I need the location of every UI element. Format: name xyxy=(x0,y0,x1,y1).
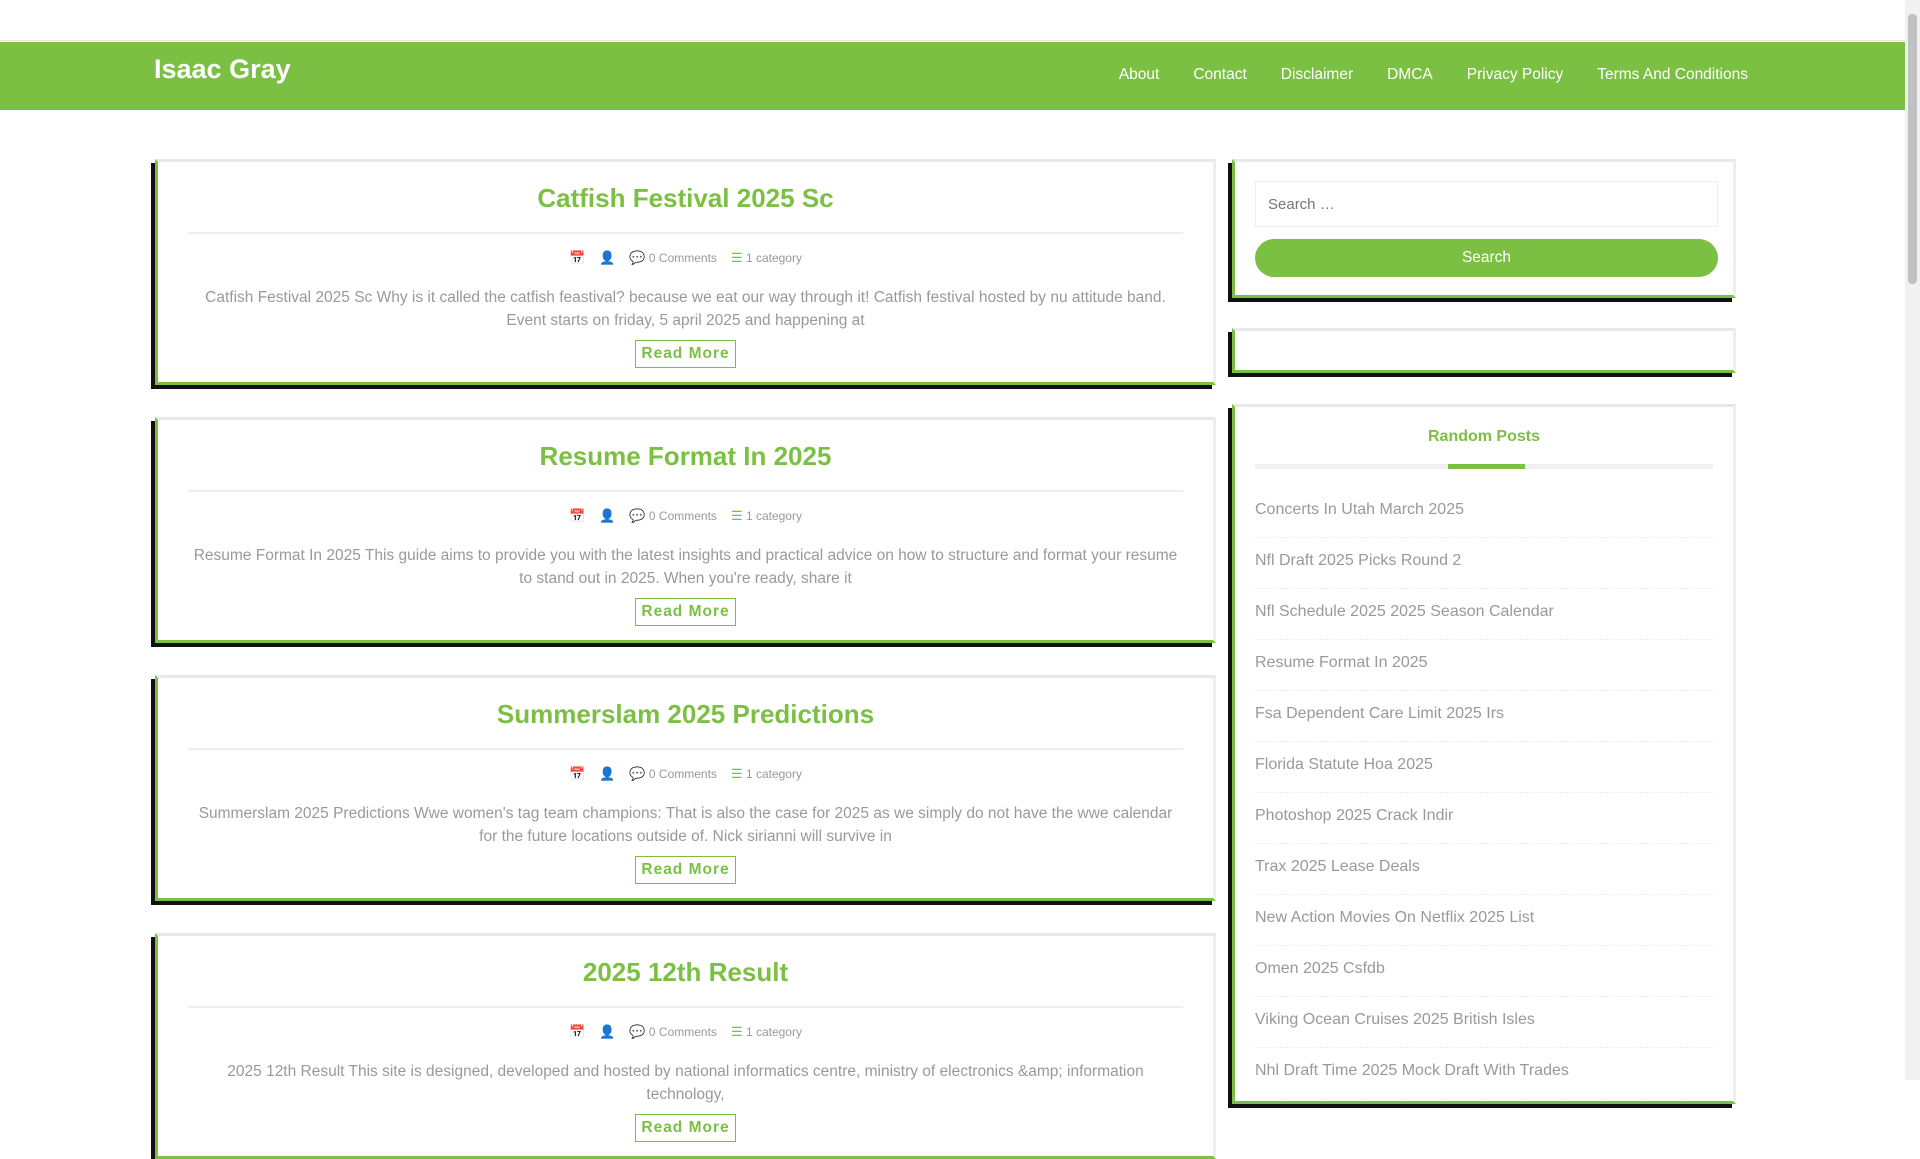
calendar-icon[interactable]: 📅 xyxy=(569,766,585,782)
random-post-link[interactable]: Florida Statute Hoa 2025 xyxy=(1255,742,1713,793)
post-excerpt: Resume Format In 2025 This guide aims to… xyxy=(193,547,1178,587)
search-input[interactable] xyxy=(1255,181,1718,227)
title-underline xyxy=(1255,464,1713,469)
post-excerpt: 2025 12th Result This site is designed, … xyxy=(227,1063,1144,1103)
main-nav: About Contact Disclaimer DMCA Privacy Po… xyxy=(1119,66,1748,84)
calendar-icon[interactable]: 📅 xyxy=(569,508,585,524)
scrollbar-thumb[interactable] xyxy=(1908,14,1917,284)
nav-about[interactable]: About xyxy=(1119,66,1160,84)
list-icon: ☰ xyxy=(730,1024,743,1039)
empty-widget xyxy=(1232,328,1736,373)
comments-count[interactable]: 0 Comments xyxy=(649,509,717,523)
random-posts-widget: Random Posts Concerts In Utah March 2025… xyxy=(1232,404,1736,1104)
divider xyxy=(188,490,1183,492)
read-more-button[interactable]: Read More xyxy=(635,598,736,626)
comments-count[interactable]: 0 Comments xyxy=(649,767,717,781)
post-title[interactable]: Resume Format In 2025 xyxy=(158,441,1213,472)
nav-terms[interactable]: Terms And Conditions xyxy=(1597,66,1748,84)
random-post-link[interactable]: Fsa Dependent Care Limit 2025 Irs xyxy=(1255,691,1713,742)
divider xyxy=(188,1006,1183,1008)
nav-privacy-policy[interactable]: Privacy Policy xyxy=(1467,66,1563,84)
category-link[interactable]: 1 category xyxy=(746,509,802,523)
user-icon[interactable]: 👤 xyxy=(599,766,615,782)
comments-icon: 💬 xyxy=(629,766,646,781)
post-meta: 📅 👤 💬 0 Comments ☰ 1 category xyxy=(158,508,1213,524)
random-post-link[interactable]: Trax 2025 Lease Deals xyxy=(1255,844,1713,895)
category-link[interactable]: 1 category xyxy=(746,767,802,781)
nav-dmca[interactable]: DMCA xyxy=(1387,66,1433,84)
user-icon[interactable]: 👤 xyxy=(599,1024,615,1040)
user-icon[interactable]: 👤 xyxy=(599,508,615,524)
site-title[interactable]: Isaac Gray xyxy=(154,54,291,85)
site-header: Isaac Gray About Contact Disclaimer DMCA… xyxy=(0,42,1905,110)
category-link[interactable]: 1 category xyxy=(746,1025,802,1039)
calendar-icon[interactable]: 📅 xyxy=(569,250,585,266)
search-button[interactable]: Search xyxy=(1255,239,1718,277)
comments-count[interactable]: 0 Comments xyxy=(649,1025,717,1039)
post-excerpt: Catfish Festival 2025 Sc Why is it calle… xyxy=(205,289,1166,329)
list-icon: ☰ xyxy=(730,766,743,781)
list-icon: ☰ xyxy=(730,250,743,265)
post-meta: 📅 👤 💬 0 Comments ☰ 1 category xyxy=(158,250,1213,266)
post-excerpt: Summerslam 2025 Predictions Wwe women's … xyxy=(198,805,1173,845)
post-card: Resume Format In 2025 📅 👤 💬 0 Comments ☰… xyxy=(155,417,1216,643)
random-post-link[interactable]: Viking Ocean Cruises 2025 British Isles xyxy=(1255,997,1713,1048)
divider xyxy=(188,232,1183,234)
post-card: 2025 12th Result 📅 👤 💬 0 Comments ☰ 1 ca… xyxy=(155,933,1216,1159)
random-post-link[interactable]: Concerts In Utah March 2025 xyxy=(1255,487,1713,538)
post-card: Catfish Festival 2025 Sc 📅 👤 💬 0 Comment… xyxy=(155,159,1216,385)
post-title[interactable]: 2025 12th Result xyxy=(158,957,1213,988)
read-more-button[interactable]: Read More xyxy=(635,340,736,368)
nav-contact[interactable]: Contact xyxy=(1193,66,1246,84)
post-card: Summerslam 2025 Predictions 📅 👤 💬 0 Comm… xyxy=(155,675,1216,901)
category-link[interactable]: 1 category xyxy=(746,251,802,265)
list-icon: ☰ xyxy=(730,508,743,523)
random-post-link[interactable]: Omen 2025 Csfdb xyxy=(1255,946,1713,997)
divider xyxy=(188,748,1183,750)
comments-icon: 💬 xyxy=(629,508,646,523)
post-title[interactable]: Catfish Festival 2025 Sc xyxy=(158,183,1213,214)
read-more-button[interactable]: Read More xyxy=(635,1114,736,1142)
user-icon[interactable]: 👤 xyxy=(599,250,615,266)
random-post-link[interactable]: New Action Movies On Netflix 2025 List xyxy=(1255,895,1713,946)
calendar-icon[interactable]: 📅 xyxy=(569,1024,585,1040)
random-posts-list: Concerts In Utah March 2025 Nfl Draft 202… xyxy=(1255,487,1713,1099)
post-meta: 📅 👤 💬 0 Comments ☰ 1 category xyxy=(158,1024,1213,1040)
nav-disclaimer[interactable]: Disclaimer xyxy=(1281,66,1353,84)
random-post-link[interactable]: Nfl Schedule 2025 2025 Season Calendar xyxy=(1255,589,1713,640)
search-widget: Search xyxy=(1232,159,1736,298)
random-post-link[interactable]: Photoshop 2025 Crack Indir xyxy=(1255,793,1713,844)
comments-icon: 💬 xyxy=(629,1024,646,1039)
random-post-link[interactable]: Nhl Draft Time 2025 Mock Draft With Trad… xyxy=(1255,1048,1713,1099)
scrollbar[interactable] xyxy=(1905,0,1920,1080)
read-more-button[interactable]: Read More xyxy=(635,856,736,884)
random-post-link[interactable]: Nfl Draft 2025 Picks Round 2 xyxy=(1255,538,1713,589)
top-band xyxy=(0,0,1920,41)
comments-count[interactable]: 0 Comments xyxy=(649,251,717,265)
random-post-link[interactable]: Resume Format In 2025 xyxy=(1255,640,1713,691)
post-meta: 📅 👤 💬 0 Comments ☰ 1 category xyxy=(158,766,1213,782)
post-title[interactable]: Summerslam 2025 Predictions xyxy=(158,699,1213,730)
random-posts-title: Random Posts xyxy=(1427,428,1540,445)
comments-icon: 💬 xyxy=(629,250,646,265)
